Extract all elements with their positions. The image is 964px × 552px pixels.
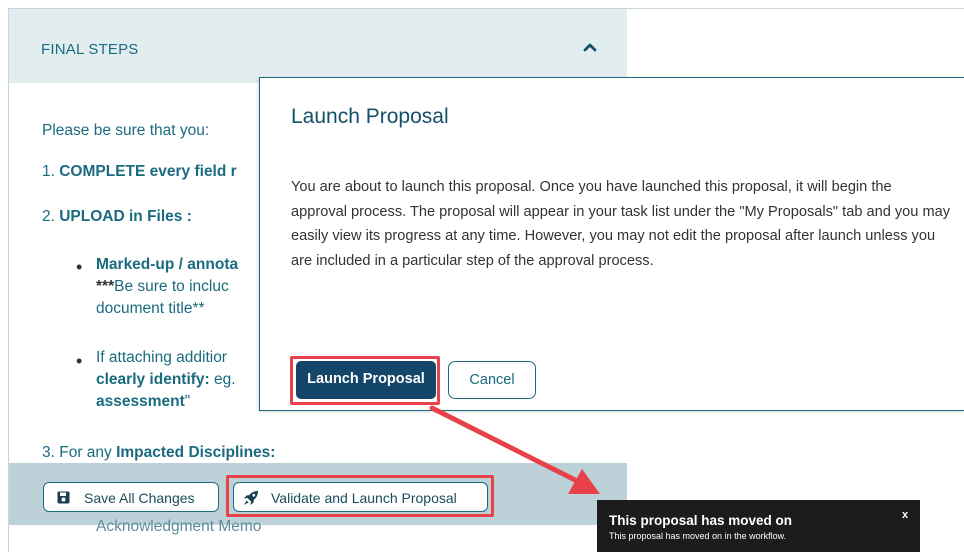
bullet-1-stars: ***	[96, 278, 115, 295]
notification-toast: This proposal has moved on This proposal…	[597, 500, 920, 552]
step-2: 2. UPLOAD in Files :	[42, 208, 192, 226]
close-icon[interactable]: x	[902, 509, 908, 521]
final-steps-header[interactable]: FINAL STEPS	[9, 9, 627, 83]
chevron-up-icon[interactable]	[583, 42, 597, 52]
save-icon	[57, 491, 70, 504]
bullet-1-line-3: document title**	[96, 300, 205, 317]
highlight-launch-box	[290, 356, 440, 405]
step-1-text: COMPLETE every field r	[59, 163, 237, 180]
cancel-label: Cancel	[469, 372, 515, 388]
bullet-2-line-1: If attaching additior	[96, 349, 227, 366]
step-3: 3. For any Impacted Disciplines:	[42, 444, 275, 462]
highlight-validate-box	[226, 475, 494, 517]
step-1-number: 1.	[42, 163, 60, 180]
step-2-text: UPLOAD in Files :	[59, 208, 192, 225]
bullet-dot: •	[76, 351, 83, 371]
bullet-1-line-2: ***Be sure to incluc	[96, 278, 229, 296]
bullet-2-rest: eg.	[209, 371, 236, 388]
dialog-body: You are about to launch this proposal. O…	[291, 179, 951, 269]
bullet-1-line-2-text: Be sure to incluc	[114, 278, 229, 295]
toast-title: This proposal has moved on	[609, 513, 793, 528]
cancel-button[interactable]: Cancel	[448, 361, 536, 399]
save-all-changes-button[interactable]: Save All Changes	[43, 482, 219, 512]
final-steps-title: FINAL STEPS	[41, 41, 139, 58]
toast-message: This proposal has moved on in the workfl…	[609, 531, 787, 541]
dialog-title: Launch Proposal	[291, 105, 449, 128]
bullet-2-line-2: clearly identify: eg.	[96, 371, 236, 389]
step-1: 1. COMPLETE every field r	[42, 163, 237, 181]
bullet-dot: •	[76, 257, 83, 277]
bullet-2-line-3: assessment"	[96, 393, 190, 411]
step-3-mid: or any	[68, 444, 117, 461]
step-3-text: Impacted Disciplines:	[116, 444, 276, 461]
bullet-2-line-3-bold: assessment	[96, 393, 185, 410]
memo-partial-text: Acknowledgment Memo	[96, 518, 262, 535]
save-all-changes-label: Save All Changes	[84, 490, 195, 506]
bullet-2-line-3-rest: "	[184, 393, 191, 410]
intro-text: Please be sure that you:	[42, 122, 210, 139]
step-2-number: 2.	[42, 208, 60, 225]
bullet-2-bold: clearly identify:	[96, 371, 210, 388]
bullet-1-line-1: Marked-up / annota	[96, 256, 239, 273]
step-3-number: 3. F	[42, 444, 69, 461]
